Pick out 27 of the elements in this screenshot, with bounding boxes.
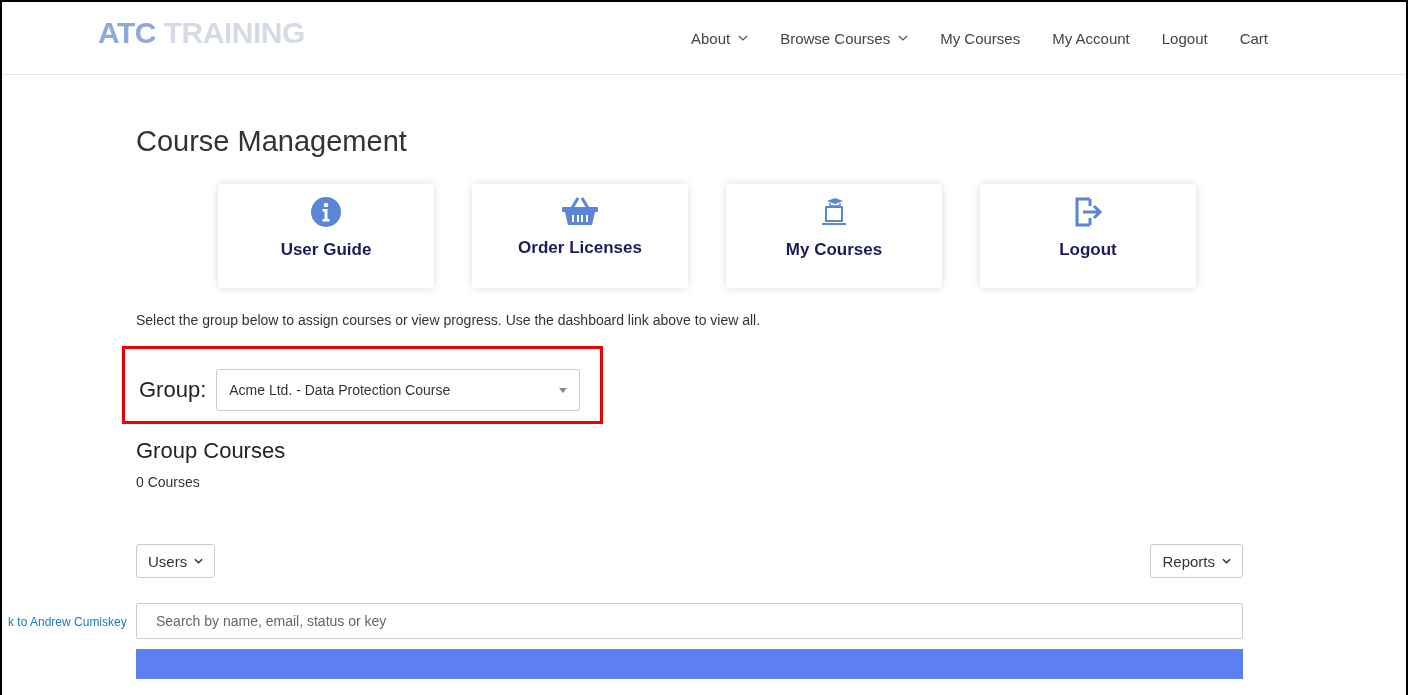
chevron-down-icon bbox=[738, 35, 749, 41]
nav-link[interactable]: Logout bbox=[1161, 29, 1208, 47]
course-count: 0 Courses bbox=[136, 474, 201, 490]
basket-icon bbox=[561, 196, 599, 226]
back-link[interactable]: k to Andrew Cumiskey bbox=[8, 615, 127, 629]
group-dropdown[interactable]: Acme Ltd. - Data Protection Course bbox=[216, 369, 581, 411]
instruction-text: Select the group below to assign courses or view progress. Use the dashboard link above to view all. bbox=[136, 312, 762, 328]
shortcut-card[interactable]: User Guide bbox=[218, 184, 434, 288]
info-icon bbox=[310, 196, 342, 228]
nav-link[interactable]: Browse Courses bbox=[780, 29, 909, 47]
nav-link[interactable]: My Account bbox=[1052, 29, 1130, 47]
chevron-down-icon bbox=[194, 558, 204, 564]
reports-dropdown-button[interactable]: Reports bbox=[1150, 544, 1243, 578]
search-field[interactable]: Search by name, email, status or key bbox=[136, 603, 1243, 639]
section-title: Group Courses bbox=[136, 438, 287, 464]
nav-link[interactable]: Cart bbox=[1239, 29, 1268, 47]
nav-link[interactable]: About bbox=[690, 29, 749, 47]
dropdown-arrow-icon bbox=[559, 387, 568, 393]
shortcut-card[interactable]: Logout bbox=[980, 184, 1196, 288]
shortcut-card[interactable]: Order Licenses bbox=[472, 184, 688, 288]
group-label: Group: bbox=[139, 377, 207, 403]
shortcut-card[interactable]: My Courses bbox=[726, 184, 942, 288]
chevron-down-icon bbox=[1222, 558, 1231, 564]
page-title: Course Management bbox=[136, 125, 408, 159]
nav-link[interactable]: My Courses bbox=[940, 29, 1021, 47]
users-dropdown-button[interactable]: Users bbox=[136, 544, 216, 578]
chevron-down-icon bbox=[898, 35, 909, 41]
